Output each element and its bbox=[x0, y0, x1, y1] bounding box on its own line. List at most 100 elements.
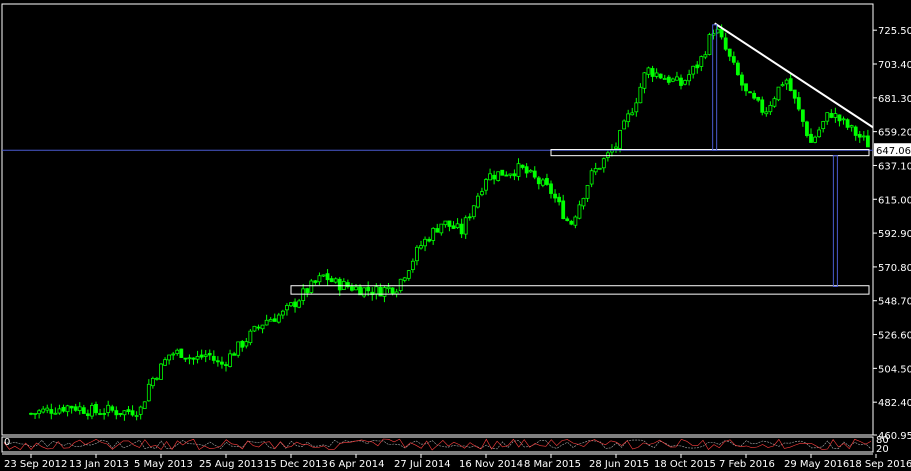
candle-body bbox=[857, 134, 862, 138]
candle-body bbox=[163, 359, 167, 366]
candle-body bbox=[94, 403, 98, 414]
candle-body bbox=[516, 163, 521, 177]
candle-body bbox=[731, 56, 736, 63]
y-tick-label: 592.90 bbox=[878, 229, 911, 240]
candle-body bbox=[577, 204, 582, 219]
candle-body bbox=[386, 286, 391, 290]
candle-body bbox=[179, 348, 184, 358]
candle-body bbox=[159, 363, 163, 380]
candle-body bbox=[415, 246, 419, 262]
candle-body bbox=[61, 406, 66, 412]
candle-body bbox=[853, 126, 858, 136]
candle-body bbox=[220, 361, 224, 365]
candle-body bbox=[150, 377, 155, 387]
x-tick-label: 18 Sep 2016 bbox=[849, 459, 911, 470]
y-tick-label: 659.20 bbox=[878, 128, 911, 139]
candle-body bbox=[138, 406, 143, 415]
candle-body bbox=[134, 415, 139, 417]
candle-body bbox=[65, 405, 70, 413]
candle-body bbox=[402, 277, 407, 281]
measure-projection bbox=[832, 155, 838, 287]
candle-body bbox=[796, 97, 801, 110]
candle-body bbox=[545, 178, 549, 185]
candle-body bbox=[374, 286, 379, 295]
candle-body bbox=[813, 136, 817, 143]
candle-body bbox=[532, 170, 537, 178]
x-tick-label: 23 Sep 2012 bbox=[4, 459, 67, 470]
x-tick-label: 7 Feb 2016 bbox=[719, 459, 775, 470]
candle-body bbox=[593, 168, 598, 173]
indicator-main-line bbox=[3, 438, 872, 451]
candle-body bbox=[423, 238, 427, 247]
candle-body bbox=[280, 310, 285, 316]
candle-body bbox=[756, 96, 761, 101]
candle-body bbox=[788, 78, 793, 91]
candle-body bbox=[695, 64, 700, 69]
candle-body bbox=[455, 223, 460, 228]
candle-body bbox=[597, 167, 602, 170]
candle-body bbox=[829, 112, 834, 118]
candle-body bbox=[90, 405, 94, 417]
candle-body bbox=[317, 275, 322, 283]
candle-body bbox=[276, 314, 281, 323]
candle-body bbox=[142, 401, 147, 409]
candle-body bbox=[776, 86, 781, 101]
candle-body bbox=[244, 341, 249, 347]
candle-body bbox=[443, 220, 448, 226]
candle-body bbox=[687, 74, 692, 82]
resistance-trendline bbox=[714, 22, 874, 129]
candle-body bbox=[427, 238, 432, 242]
y-tick-label: 504.50 bbox=[878, 364, 911, 375]
candle-body bbox=[224, 364, 228, 367]
candle-body bbox=[69, 405, 74, 409]
candle-body bbox=[272, 318, 277, 322]
candle-body bbox=[626, 113, 631, 123]
candle-body bbox=[126, 409, 131, 413]
candle-body bbox=[382, 287, 387, 297]
candle-body bbox=[569, 220, 574, 225]
candle-body bbox=[727, 48, 732, 57]
candle-body bbox=[248, 330, 253, 344]
candle-body bbox=[638, 86, 643, 104]
candle-body bbox=[333, 278, 338, 283]
candle-body bbox=[130, 410, 135, 416]
candle-body bbox=[841, 118, 846, 121]
y-tick-label: 482.40 bbox=[878, 398, 911, 409]
y-tick-label: 615.00 bbox=[878, 195, 911, 206]
candle-body bbox=[581, 197, 586, 207]
candle-body bbox=[618, 130, 622, 149]
candle-body bbox=[41, 408, 46, 413]
candle-body bbox=[211, 355, 216, 361]
candle-body bbox=[439, 223, 444, 234]
x-tick-label: 13 Jan 2013 bbox=[69, 459, 129, 470]
y-tick-label: 681.30 bbox=[878, 94, 911, 105]
candle-body bbox=[354, 286, 358, 291]
candle-body bbox=[707, 34, 712, 55]
candle-body bbox=[260, 324, 265, 330]
candle-body bbox=[691, 65, 696, 75]
candle-body bbox=[585, 185, 590, 199]
candle-body bbox=[252, 325, 257, 332]
candle-body bbox=[390, 287, 395, 294]
candle-body bbox=[268, 319, 273, 322]
candle-body bbox=[654, 72, 659, 77]
candle-body bbox=[683, 80, 687, 85]
current-price-label: 647.06 bbox=[876, 146, 911, 157]
candle-body bbox=[748, 91, 752, 94]
candle-body bbox=[366, 286, 371, 292]
candle-body bbox=[679, 77, 683, 86]
candle-body bbox=[301, 288, 306, 301]
candle-body bbox=[772, 98, 777, 107]
candle-body bbox=[557, 196, 562, 203]
candle-body bbox=[236, 341, 241, 356]
candle-body bbox=[809, 133, 813, 143]
chart-window: 725.50 703.40 681.30 659.20 637.10 615.00 592.… bbox=[0, 0, 911, 471]
y-tick-label: 725.50 bbox=[878, 26, 911, 37]
x-tick-label: 25 Aug 2013 bbox=[199, 459, 263, 470]
candle-body bbox=[634, 102, 639, 113]
candle-body bbox=[293, 301, 297, 308]
candle-body bbox=[735, 62, 740, 76]
candle-body bbox=[191, 357, 196, 360]
candle-body bbox=[350, 286, 354, 291]
candle-body bbox=[215, 360, 220, 363]
